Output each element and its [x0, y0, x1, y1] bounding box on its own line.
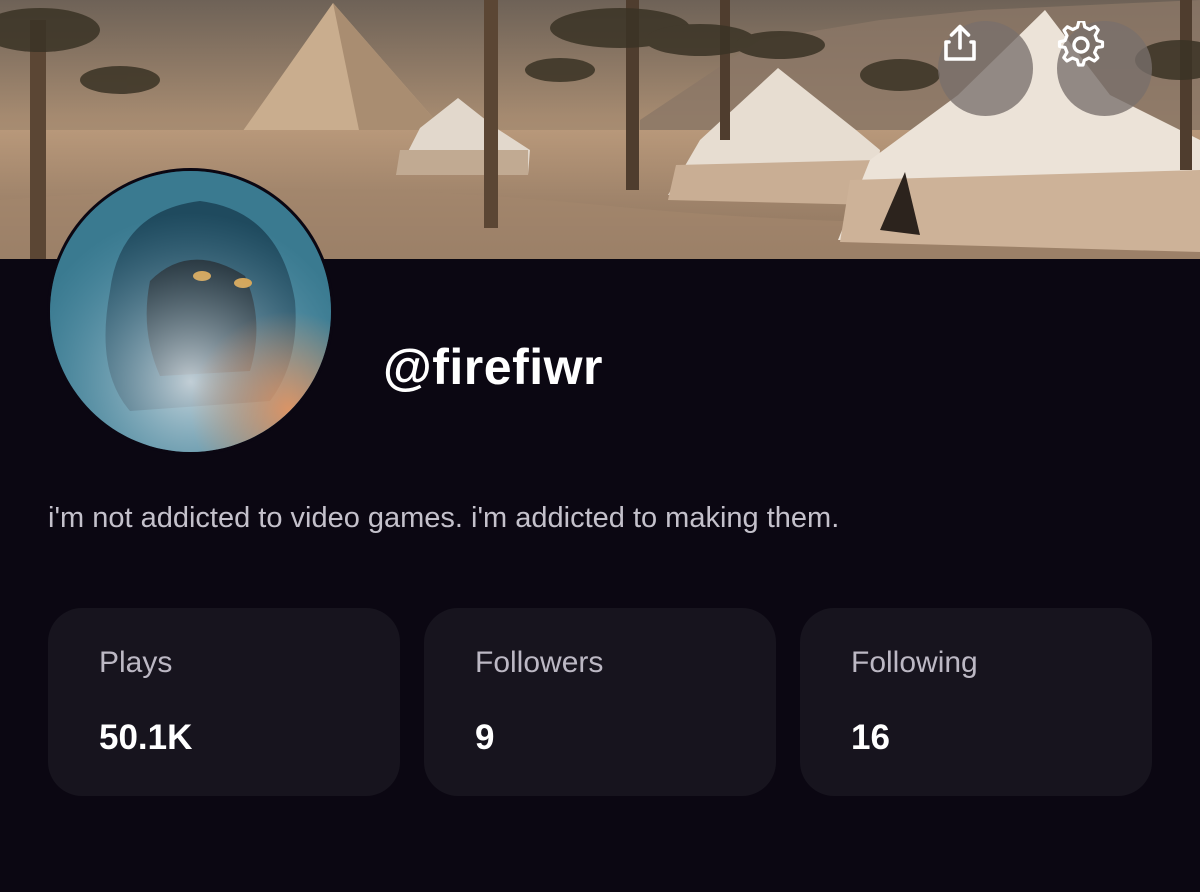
gear-icon: [1057, 21, 1105, 67]
stat-value: 16: [851, 718, 890, 757]
stat-card-plays[interactable]: Plays 50.1K: [48, 608, 400, 796]
username: @firefiwr: [383, 339, 603, 395]
stat-value: 9: [475, 718, 495, 757]
stat-value: 50.1K: [99, 718, 193, 757]
stat-card-following[interactable]: Following 16: [800, 608, 1152, 796]
settings-button[interactable]: [1057, 21, 1152, 116]
share-button[interactable]: [938, 21, 1033, 116]
stat-card-followers[interactable]: Followers 9: [424, 608, 776, 796]
share-icon: [944, 24, 976, 61]
profile-bio: i'm not addicted to video games. i'm add…: [48, 502, 840, 534]
avatar-image: [50, 171, 331, 452]
stat-label: Followers: [475, 646, 604, 679]
stat-label: Plays: [99, 646, 173, 679]
avatar[interactable]: [47, 168, 334, 455]
stat-label: Following: [851, 646, 978, 679]
